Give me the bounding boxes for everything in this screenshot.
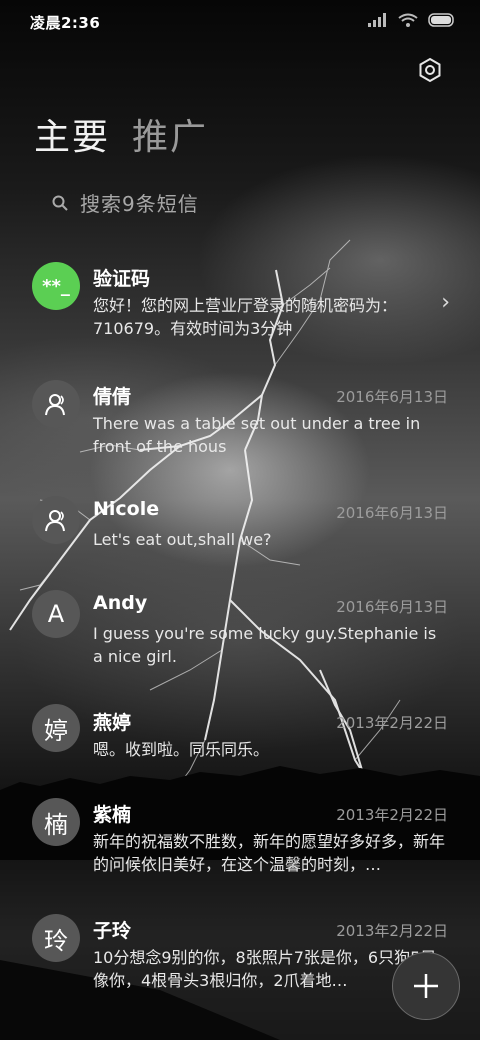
tab-main[interactable]: 主要 — [34, 108, 110, 160]
person-icon — [45, 510, 65, 532]
sender-name: 燕婷 — [93, 712, 132, 734]
category-tabs: 主要 推广 — [34, 108, 208, 160]
sender-name: 子玲 — [93, 920, 132, 942]
message-date: 2016年6月13日 — [336, 504, 448, 522]
avatar-label: A — [47, 600, 65, 628]
signal-icon — [368, 13, 386, 27]
message-preview: There was a table set out under a tree i… — [93, 414, 421, 456]
avatar — [32, 496, 80, 544]
plus-icon — [414, 974, 438, 998]
avatar: **_ — [32, 262, 80, 310]
sender-name: Andy — [93, 592, 148, 614]
sender-name: Nicole — [93, 498, 160, 520]
search-placeholder: 搜索9条短信 — [80, 192, 199, 216]
sender-name: 倩倩 — [93, 386, 132, 408]
message-preview: Let's eat out,shall we? — [93, 530, 272, 549]
settings-button[interactable] — [416, 56, 444, 84]
avatar-label: **_ — [42, 275, 70, 297]
status-time: 凌晨2:36 — [30, 14, 101, 32]
message-preview: 嗯。收到啦。同乐同乐。 — [93, 740, 270, 759]
search-bar[interactable]: 搜索9条短信 — [52, 188, 199, 217]
message-date: 2016年6月13日 — [336, 388, 448, 406]
avatar-label: 玲 — [44, 926, 68, 955]
tab-promotions[interactable]: 推广 — [132, 108, 208, 160]
avatar: A — [32, 590, 80, 638]
message-date: 2016年6月13日 — [336, 598, 448, 616]
person-icon — [45, 394, 65, 416]
compose-button[interactable] — [392, 952, 460, 1020]
settings-icon — [419, 57, 441, 83]
sender-name: 紫楠 — [93, 804, 132, 826]
message-preview: I guess you're some lucky guy.Stephanie … — [93, 624, 437, 666]
battery-icon — [428, 13, 454, 27]
avatar-label: 婷 — [44, 716, 68, 745]
message-date: 2013年2月22日 — [336, 806, 448, 824]
chevron-right-icon: › — [441, 290, 450, 315]
search-icon — [52, 195, 68, 211]
message-preview: 您好！您的网上营业厅登录的随机密码为：710679。有效时间为3分钟 — [93, 296, 398, 338]
avatar: 玲 — [32, 914, 80, 962]
avatar: 婷 — [32, 704, 80, 752]
avatar — [32, 380, 80, 428]
message-date: 2013年2月22日 — [336, 714, 448, 732]
message-preview: 新年的祝福数不胜数，新年的愿望好多好多，新年的问候依旧美好，在这个温馨的时刻，… — [93, 832, 446, 874]
message-date: 2013年2月22日 — [336, 922, 448, 940]
sender-name: 验证码 — [93, 268, 151, 290]
avatar-label: 楠 — [44, 810, 68, 839]
avatar: 楠 — [32, 798, 80, 846]
status-bar: 凌晨2:36 — [0, 0, 480, 44]
wifi-icon — [398, 13, 418, 27]
